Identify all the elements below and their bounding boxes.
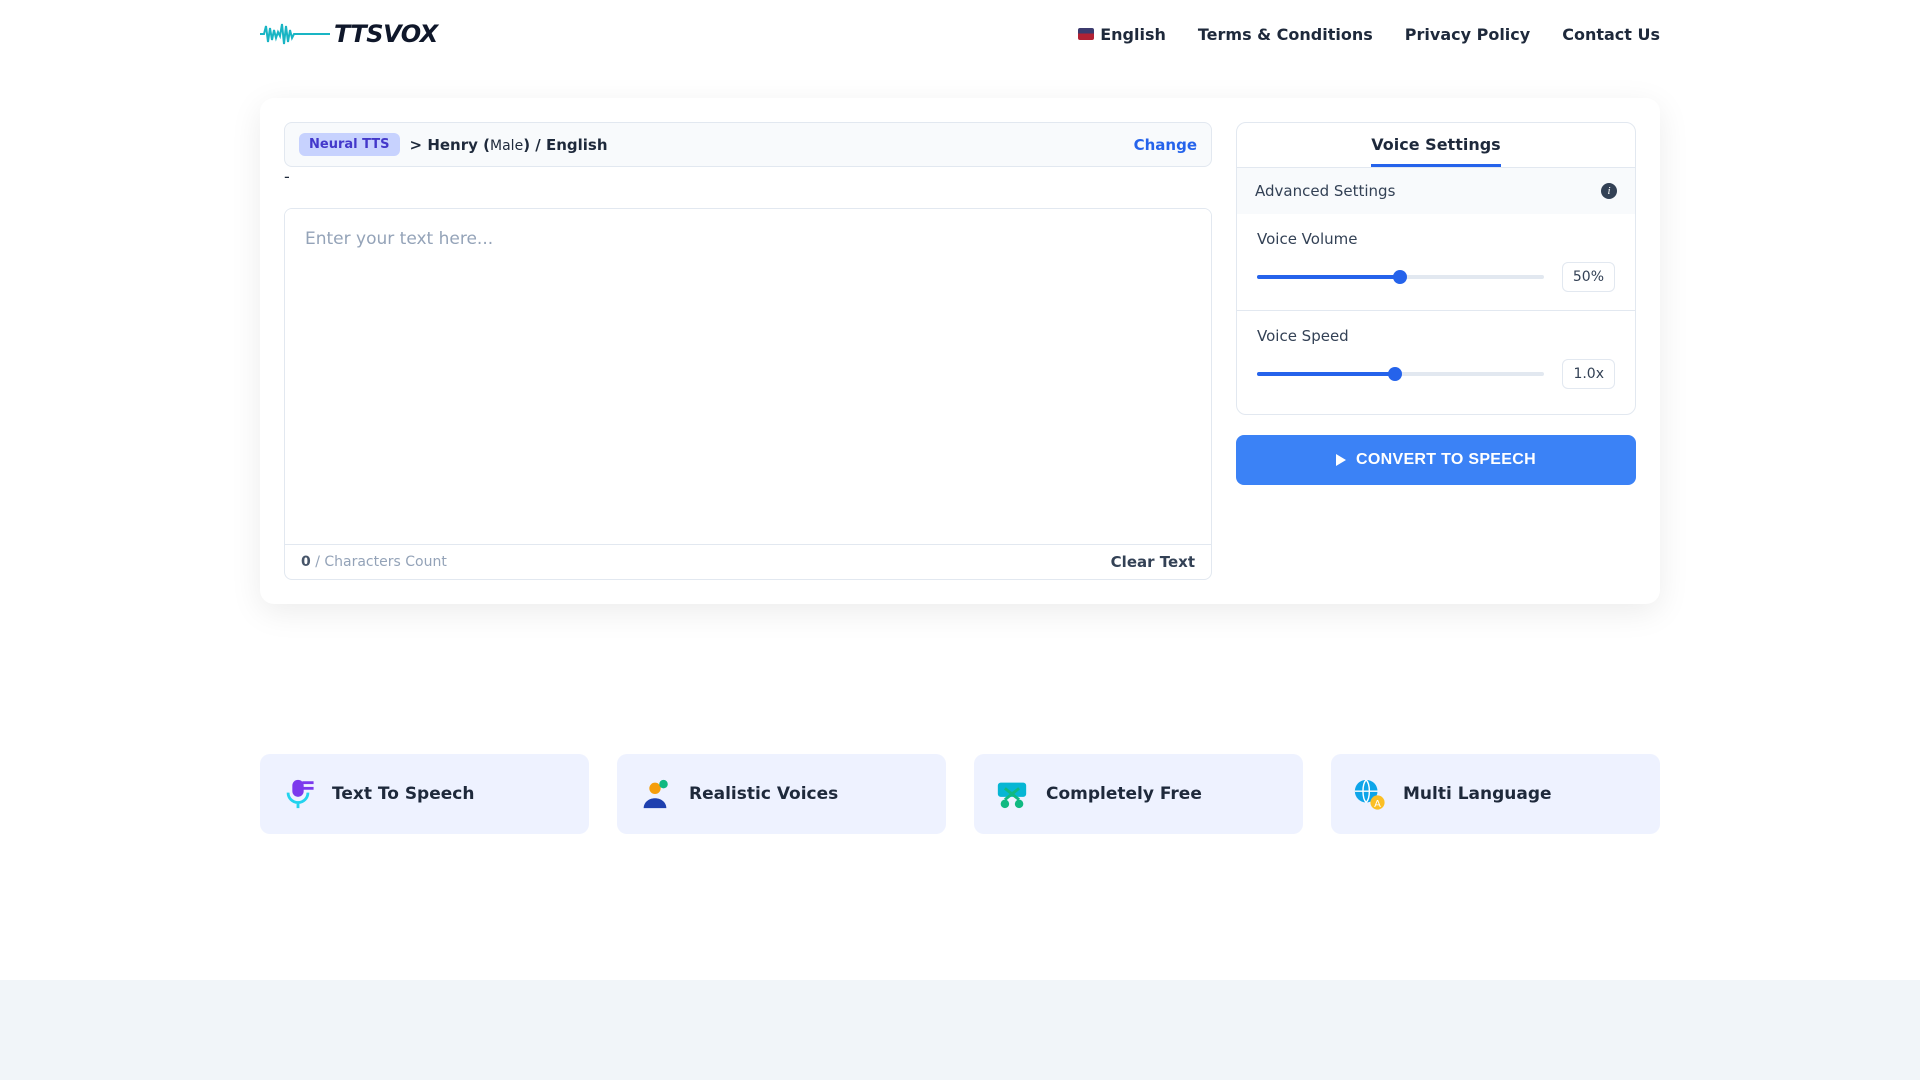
nav-terms[interactable]: Terms & Conditions bbox=[1198, 25, 1373, 44]
footer-bg bbox=[0, 980, 1920, 1080]
nav-contact[interactable]: Contact Us bbox=[1562, 25, 1660, 44]
speed-value: 1.0x bbox=[1562, 359, 1615, 389]
volume-value: 50% bbox=[1562, 262, 1615, 292]
play-icon bbox=[1336, 454, 1346, 466]
settings-tab-header: Voice Settings bbox=[1237, 123, 1635, 167]
flag-us-icon bbox=[1078, 28, 1094, 40]
voice-info-bar: Neural TTS > Henry (Male) / English Chan… bbox=[284, 122, 1212, 167]
feature-title: Realistic Voices bbox=[689, 784, 838, 804]
speed-label: Voice Speed bbox=[1257, 327, 1615, 345]
char-count: 0 / Characters Count bbox=[301, 554, 447, 570]
text-footer: 0 / Characters Count Clear Text bbox=[285, 544, 1211, 579]
speed-slider[interactable] bbox=[1257, 372, 1544, 376]
voice-sep: > bbox=[410, 136, 423, 154]
speed-slider-fill bbox=[1257, 372, 1395, 376]
voice-lang: English bbox=[546, 136, 608, 154]
speed-slider-row: 1.0x bbox=[1257, 359, 1615, 389]
voice-selection-text: > Henry (Male) / English bbox=[410, 136, 608, 154]
voice-settings-panel: Voice Settings Advanced Settings i Voice… bbox=[1236, 122, 1636, 415]
convert-button[interactable]: CONVERT TO SPEECH bbox=[1236, 435, 1636, 485]
info-icon[interactable]: i bbox=[1601, 183, 1617, 199]
waveform-icon bbox=[260, 20, 330, 48]
nav-lang-label: English bbox=[1100, 25, 1166, 44]
globe-icon: A bbox=[1351, 776, 1387, 812]
speed-slider-thumb[interactable] bbox=[1388, 367, 1402, 381]
nav-privacy[interactable]: Privacy Policy bbox=[1405, 25, 1530, 44]
main-content: Neural TTS > Henry (Male) / English Chan… bbox=[0, 68, 1920, 674]
change-voice-link[interactable]: Change bbox=[1134, 136, 1197, 154]
feature-title: Multi Language bbox=[1403, 784, 1552, 804]
advanced-label: Advanced Settings bbox=[1255, 182, 1395, 200]
feature-multilang: A Multi Language bbox=[1331, 754, 1660, 834]
main-nav: English Terms & Conditions Privacy Polic… bbox=[1078, 25, 1660, 44]
volume-slider-thumb[interactable] bbox=[1393, 270, 1407, 284]
clear-text-button[interactable]: Clear Text bbox=[1111, 553, 1195, 571]
tts-card: Neural TTS > Henry (Male) / English Chan… bbox=[260, 98, 1660, 604]
voice-name: Henry bbox=[427, 136, 478, 154]
logo-text: TTSVOX bbox=[334, 20, 438, 48]
editor-column: Neural TTS > Henry (Male) / English Chan… bbox=[284, 122, 1212, 580]
neural-badge: Neural TTS bbox=[299, 133, 400, 156]
settings-column: Voice Settings Advanced Settings i Voice… bbox=[1236, 122, 1636, 580]
site-logo[interactable]: TTSVOX bbox=[260, 20, 438, 48]
mic-icon bbox=[280, 776, 316, 812]
svg-text:A: A bbox=[1374, 799, 1381, 810]
scissors-icon bbox=[994, 776, 1030, 812]
convert-label: CONVERT TO SPEECH bbox=[1356, 451, 1536, 469]
tts-text-input[interactable] bbox=[285, 209, 1211, 544]
feature-title: Text To Speech bbox=[332, 784, 474, 804]
feature-free: Completely Free bbox=[974, 754, 1303, 834]
feature-voices: Realistic Voices bbox=[617, 754, 946, 834]
feature-tts: Text To Speech bbox=[260, 754, 589, 834]
language-selector[interactable]: English bbox=[1078, 25, 1166, 44]
char-count-label: / Characters Count bbox=[315, 554, 447, 570]
tab-voice-settings[interactable]: Voice Settings bbox=[1371, 135, 1500, 167]
person-icon bbox=[637, 776, 673, 812]
char-count-num: 0 bbox=[301, 554, 311, 570]
volume-slider-row: 50% bbox=[1257, 262, 1615, 292]
site-header: TTSVOX English Terms & Conditions Privac… bbox=[0, 0, 1920, 68]
voice-gender: Male bbox=[490, 138, 523, 154]
features-row: Text To Speech Realistic Voices Complete… bbox=[0, 754, 1920, 834]
volume-slider-fill bbox=[1257, 275, 1400, 279]
advanced-settings-row[interactable]: Advanced Settings i bbox=[1237, 168, 1635, 214]
feature-title: Completely Free bbox=[1046, 784, 1202, 804]
volume-setting: Voice Volume 50% bbox=[1237, 214, 1635, 311]
volume-label: Voice Volume bbox=[1257, 230, 1615, 248]
text-area-container: 0 / Characters Count Clear Text bbox=[284, 208, 1212, 580]
volume-slider[interactable] bbox=[1257, 275, 1544, 279]
speed-setting: Voice Speed 1.0x bbox=[1237, 311, 1635, 414]
